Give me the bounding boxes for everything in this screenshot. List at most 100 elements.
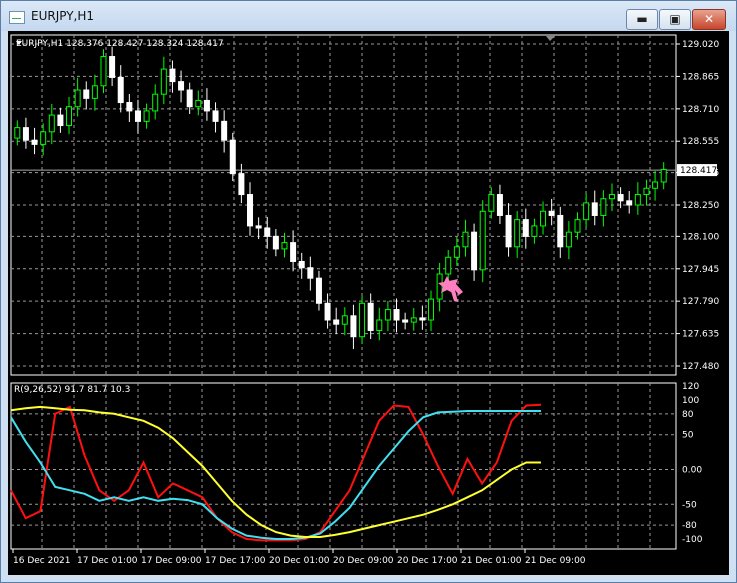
candle-body (229, 139, 236, 175)
candle-body (591, 202, 598, 216)
candle-body (74, 89, 81, 108)
candle-body (583, 202, 590, 221)
candle-body (445, 256, 452, 275)
window-title: EURJPY,H1 (31, 9, 95, 23)
indicator-tick-label: -80 (682, 521, 697, 531)
price-tick-label: 129.020 (682, 40, 719, 50)
candle-body (126, 102, 133, 112)
candle-body (178, 81, 185, 91)
candle-body (212, 110, 219, 122)
price-tick-label: 127.480 (682, 362, 719, 372)
candle-body (83, 89, 90, 99)
indicator-tick-label: 100 (682, 396, 699, 406)
candle-body (410, 317, 417, 323)
candle-body (393, 309, 400, 321)
indicator-tick-label: -100 (682, 535, 703, 545)
candle-body (522, 219, 529, 237)
candle-body (57, 114, 64, 127)
candle-body (134, 110, 141, 122)
time-tick-label: 20 Dec 01:00 (269, 556, 330, 566)
candle-body (324, 302, 331, 321)
price-tick-label: 128.710 (682, 105, 719, 115)
candle-body (272, 235, 279, 250)
maximize-button[interactable]: ▣ (659, 9, 691, 30)
candle-body (281, 242, 288, 250)
candle-body (608, 194, 615, 200)
candle-body (255, 225, 262, 229)
candle-body (298, 260, 305, 269)
candle-body (462, 231, 469, 248)
candle-body (643, 187, 650, 196)
candle-body (565, 231, 572, 248)
chart-window-icon (9, 11, 25, 24)
price-tick-label: 127.790 (682, 297, 719, 307)
price-tick-label: 128.100 (682, 232, 719, 242)
indicator-tick-label: 120 (682, 382, 699, 392)
candle-body (109, 56, 116, 78)
candle-body (341, 315, 348, 325)
candle-body (419, 317, 426, 321)
price-tick-label: 128.865 (682, 72, 719, 82)
chart-window: EURJPY,H1 ▬ ▣ ✕ 129.020 128.865 128.710 128… (0, 0, 737, 583)
candle-body (195, 99, 202, 108)
candle-body (479, 210, 486, 271)
candle-body (143, 110, 150, 122)
indicator-tick-label: 50 (682, 431, 694, 441)
time-tick-label: 20 Dec 17:00 (397, 556, 458, 566)
candle-body (160, 68, 167, 95)
candle-body (531, 225, 538, 237)
price-tick-label: 127.945 (682, 265, 719, 275)
candle-body (247, 194, 254, 227)
price-tick-label: 128.250 (682, 201, 719, 211)
indicator-info: R(9,26,52) 91.7 81.7 10.3 (14, 385, 130, 395)
candle-body (427, 298, 434, 321)
minimize-button[interactable]: ▬ (626, 9, 658, 30)
candle-body (548, 210, 555, 216)
time-tick-label: 16 Dec 2021 (13, 556, 71, 566)
shift-marker-icon[interactable] (546, 36, 555, 41)
candle-body (359, 302, 366, 338)
candle-body (488, 194, 495, 212)
candle-body (514, 219, 521, 248)
candle-body (367, 302, 374, 331)
candle-body (471, 231, 478, 271)
candle-body (540, 210, 547, 227)
time-tick-label: 17 Dec 01:00 (77, 556, 138, 566)
candle-body (66, 106, 73, 127)
candle-body (100, 56, 107, 87)
series-red-line (10, 403, 542, 542)
candle-body (660, 168, 667, 183)
candle-body (307, 267, 314, 279)
candle-body (557, 214, 564, 248)
chart-canvas[interactable]: 129.020128.865128.710128.555128.405128.2… (8, 31, 729, 575)
candle-body (436, 273, 443, 300)
indicator-tick-label: 80 (682, 410, 694, 420)
grid (10, 34, 677, 550)
current-price-label: 128.417 (680, 166, 717, 176)
candle-body (617, 194, 624, 202)
candle-body (384, 309, 391, 321)
title-bar[interactable]: EURJPY,H1 ▬ ▣ ✕ (1, 1, 736, 31)
candle-body (117, 76, 124, 104)
time-tick-label: 21 Dec 09:00 (525, 556, 586, 566)
candle-body (505, 214, 512, 248)
candles (14, 46, 667, 350)
candle-body (315, 277, 322, 304)
candle-body (91, 85, 98, 99)
candle-body (31, 139, 38, 145)
candle-body (203, 99, 210, 112)
time-tick-label: 21 Dec 01:00 (461, 556, 522, 566)
indicator-lines (10, 403, 542, 542)
candle-body (376, 319, 383, 331)
candle-body (350, 315, 357, 338)
candle-body (626, 200, 633, 206)
candle-body (169, 68, 176, 83)
axis-labels: 129.020128.865128.710128.555128.405128.2… (12, 40, 719, 566)
candle-body (22, 127, 29, 141)
chart-area[interactable]: 129.020128.865128.710128.555128.405128.2… (8, 31, 729, 575)
candle-body (600, 198, 607, 216)
time-tick-label: 20 Dec 09:00 (333, 556, 394, 566)
close-button[interactable]: ✕ (692, 9, 726, 30)
symbol-info: EURJPY,H1 128.376 128.427 128.324 128.41… (16, 39, 224, 49)
time-tick-label: 17 Dec 09:00 (141, 556, 202, 566)
